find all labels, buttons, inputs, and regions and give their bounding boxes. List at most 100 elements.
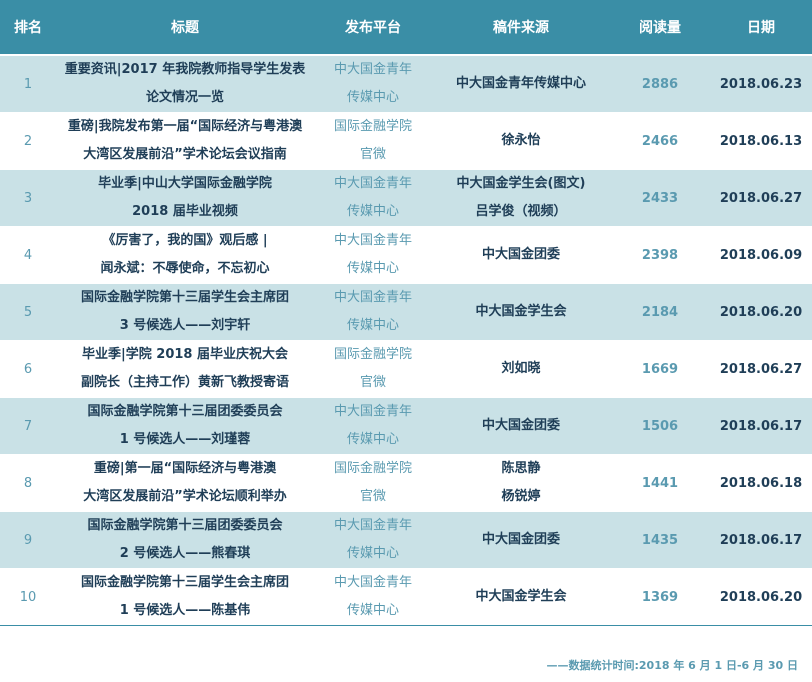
header-source: 稿件来源	[432, 0, 610, 56]
table-row: 2 重磅|我院发布第一届“国际经济与粤港澳 大湾区发展前沿”学术论坛会议指南 国际金融…	[0, 112, 812, 170]
platform-cell-line: 中大国金青年	[333, 62, 412, 77]
title-cell-line: 大湾区发展前沿”学术论坛顺利举办	[83, 489, 287, 504]
title-cell-line: 3 号候选人——刘宇轩	[119, 318, 251, 333]
rank-cell: 2	[0, 112, 56, 170]
platform-cell: 中大国金青年 传媒中心	[314, 511, 432, 569]
table-body: 1 重要资讯|2017 年我院教师指导学生发表 论文情况一览 中大国金青年 传媒中心 中大…	[0, 55, 812, 626]
date-cell: 2018.06.13	[710, 112, 812, 170]
title-cell: 国际金融学院第十三届学生会主席团 3 号候选人——刘宇轩	[56, 283, 314, 341]
date-cell: 2018.06.20	[710, 568, 812, 626]
source-cell: 中大国金学生会(图文) 吕学俊（视频）	[432, 169, 610, 227]
source-cell: 中大国金团委	[432, 397, 610, 455]
date-cell: 2018.06.18	[710, 454, 812, 512]
title-cell-line: 重磅|第一届“国际经济与粤港澳	[93, 461, 277, 476]
rank-cell: 6	[0, 340, 56, 398]
platform-cell-line: 官微	[359, 375, 386, 390]
reads-cell: 1369	[610, 568, 710, 626]
title-cell: 重磅|我院发布第一届“国际经济与粤港澳 大湾区发展前沿”学术论坛会议指南	[56, 112, 314, 170]
source-cell: 中大国金学生会	[432, 568, 610, 626]
source-cell-line: 吕学俊（视频）	[475, 204, 567, 219]
source-cell-line: 中大国金团委	[481, 532, 560, 547]
source-cell: 陈思静 杨锐婷	[432, 454, 610, 512]
source-cell: 刘如晓	[432, 340, 610, 398]
title-cell-line: 论文情况一览	[145, 90, 224, 105]
source-cell-line: 陈思静	[501, 461, 541, 476]
platform-cell-line: 官微	[359, 147, 386, 162]
platform-cell: 中大国金青年 传媒中心	[314, 226, 432, 284]
platform-cell-line: 传媒中心	[346, 432, 399, 447]
platform-cell: 中大国金青年 传媒中心	[314, 283, 432, 341]
source-cell-line: 徐永怡	[501, 133, 541, 148]
title-cell-line: 国际金融学院第十三届团委委员会	[87, 518, 283, 533]
platform-cell: 中大国金青年 传媒中心	[314, 55, 432, 113]
reads-cell: 2886	[610, 55, 710, 113]
title-cell-line: 2018 届毕业视频	[132, 204, 238, 219]
platform-cell-line: 中大国金青年	[333, 233, 412, 248]
date-cell: 2018.06.27	[710, 340, 812, 398]
title-cell-line: 闻永斌：不辱使命，不忘初心	[100, 261, 270, 276]
platform-cell: 国际金融学院 官微	[314, 112, 432, 170]
title-cell-line: 《厉害了，我的国》观后感 |	[102, 233, 268, 248]
source-cell-line: 中大国金团委	[481, 418, 560, 433]
source-cell: 中大国金青年传媒中心	[432, 55, 610, 113]
rank-cell: 4	[0, 226, 56, 284]
table-row: 8 重磅|第一届“国际经济与粤港澳 大湾区发展前沿”学术论坛顺利举办 国际金融学院 官微…	[0, 454, 812, 512]
title-cell-line: 1 号候选人——刘瑾蓉	[119, 432, 251, 447]
platform-cell: 国际金融学院 官微	[314, 340, 432, 398]
title-cell-line: 1 号候选人——陈基伟	[119, 603, 251, 618]
source-cell-line: 杨锐婷	[501, 489, 541, 504]
table-row: 5 国际金融学院第十三届学生会主席团 3 号候选人——刘宇轩 中大国金青年 传媒中心 中大…	[0, 283, 812, 341]
source-cell: 徐永怡	[432, 112, 610, 170]
rank-cell: 8	[0, 454, 56, 512]
title-cell: 国际金融学院第十三届学生会主席团 1 号候选人——陈基伟	[56, 568, 314, 626]
reads-cell: 2466	[610, 112, 710, 170]
ranking-table-container: 排名 标题 发布平台 稿件来源 阅读量 日期 1 重要资讯|2017 年我院教师指…	[0, 0, 812, 626]
source-cell-line: 中大国金学生会	[475, 304, 567, 319]
rank-cell: 3	[0, 169, 56, 227]
title-cell: 毕业季|中山大学国际金融学院 2018 届毕业视频	[56, 169, 314, 227]
platform-cell-line: 国际金融学院	[333, 347, 412, 362]
table-header: 排名 标题 发布平台 稿件来源 阅读量 日期	[0, 0, 812, 56]
platform-cell: 中大国金青年 传媒中心	[314, 397, 432, 455]
source-cell: 中大国金学生会	[432, 283, 610, 341]
platform-cell-line: 官微	[359, 489, 386, 504]
header-rank: 排名	[0, 0, 56, 56]
platform-cell: 国际金融学院 官微	[314, 454, 432, 512]
title-cell: 重要资讯|2017 年我院教师指导学生发表 论文情况一览	[56, 55, 314, 113]
reads-cell: 1435	[610, 511, 710, 569]
title-cell-line: 大湾区发展前沿”学术论坛会议指南	[83, 147, 287, 162]
title-cell: 国际金融学院第十三届团委委员会 2 号候选人——熊春琪	[56, 511, 314, 569]
table-row: 10 国际金融学院第十三届学生会主席团 1 号候选人——陈基伟 中大国金青年 传媒中心中…	[0, 568, 812, 626]
title-cell-line: 国际金融学院第十三届学生会主席团	[80, 290, 289, 305]
date-cell: 2018.06.09	[710, 226, 812, 284]
platform-cell-line: 国际金融学院	[333, 461, 412, 476]
source-cell-line: 中大国金青年传媒中心	[455, 76, 586, 91]
platform-cell-line: 传媒中心	[346, 546, 399, 561]
title-cell-line: 2 号候选人——熊春琪	[119, 546, 251, 561]
rank-cell: 5	[0, 283, 56, 341]
platform-cell-line: 中大国金青年	[333, 404, 412, 419]
statistics-period-note: ——数据统计时间:2018 年 6 月 1 日-6 月 30 日	[546, 659, 799, 672]
source-cell: 中大国金团委	[432, 226, 610, 284]
header-date: 日期	[710, 0, 812, 56]
title-cell-line: 毕业季|中山大学国际金融学院	[98, 176, 272, 191]
title-cell: 国际金融学院第十三届团委委员会 1 号候选人——刘瑾蓉	[56, 397, 314, 455]
reads-cell: 2184	[610, 283, 710, 341]
table-row: 4 《厉害了，我的国》观后感 | 闻永斌：不辱使命，不忘初心 中大国金青年 传媒中心 中大…	[0, 226, 812, 284]
title-cell: 《厉害了，我的国》观后感 | 闻永斌：不辱使命，不忘初心	[56, 226, 314, 284]
title-cell: 重磅|第一届“国际经济与粤港澳 大湾区发展前沿”学术论坛顺利举办	[56, 454, 314, 512]
platform-cell: 中大国金青年 传媒中心	[314, 169, 432, 227]
title-cell-line: 重要资讯|2017 年我院教师指导学生发表	[64, 62, 306, 77]
source-cell-line: 中大国金学生会	[475, 589, 567, 604]
date-cell: 2018.06.17	[710, 511, 812, 569]
platform-cell-line: 中大国金青年	[333, 176, 412, 191]
platform-cell-line: 传媒中心	[346, 204, 399, 219]
platform-cell-line: 传媒中心	[346, 603, 399, 618]
rank-cell: 1	[0, 55, 56, 113]
title-cell-line: 副院长（主持工作）黄新飞教授寄语	[80, 375, 289, 390]
header-reads: 阅读量	[610, 0, 710, 56]
title-cell-line: 毕业季|学院 2018 届毕业庆祝大会	[82, 347, 288, 362]
source-cell: 中大国金团委	[432, 511, 610, 569]
reads-cell: 2398	[610, 226, 710, 284]
platform-cell: 中大国金青年 传媒中心	[314, 568, 432, 626]
